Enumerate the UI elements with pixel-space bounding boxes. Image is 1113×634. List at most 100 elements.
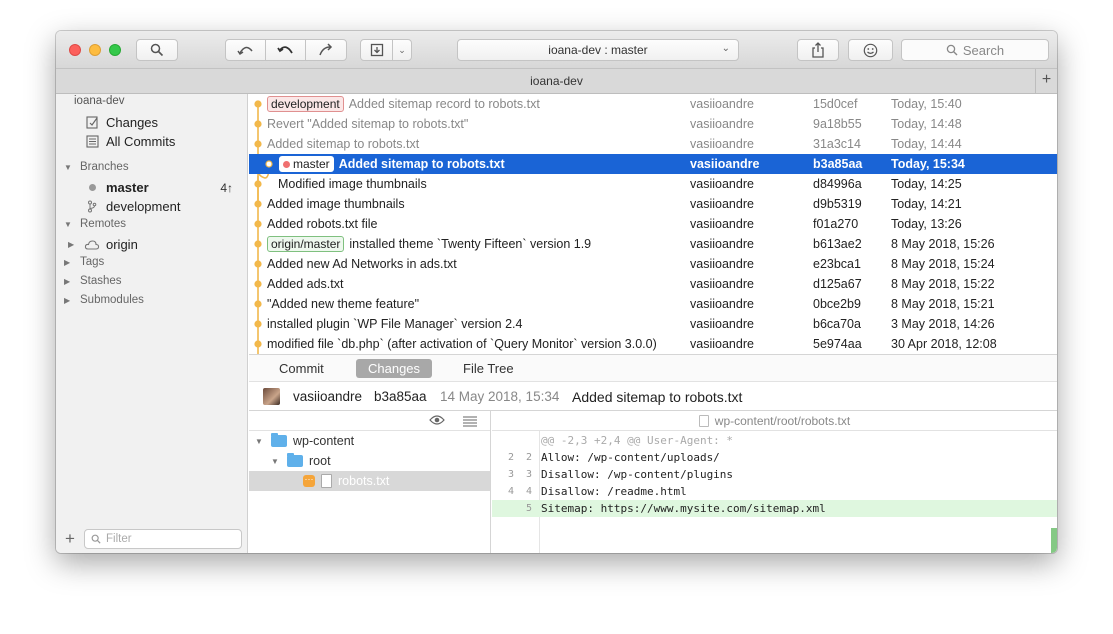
- commit-row[interactable]: installed plugin `WP File Manager` versi…: [249, 314, 1057, 334]
- tab-commit[interactable]: Commit: [267, 359, 336, 378]
- old-line-number: 2: [507, 452, 514, 463]
- tree-item-wp-content[interactable]: ▼ wp-content: [249, 431, 490, 451]
- commit-row[interactable]: origin/master installed theme `Twenty Fif…: [249, 234, 1057, 254]
- commit-author: vasiioandre: [690, 117, 754, 131]
- tree-item-label: wp-content: [293, 434, 355, 448]
- sidebar-item-remote-origin[interactable]: ▶ origin: [68, 237, 138, 252]
- tab-file-tree[interactable]: File Tree: [451, 359, 526, 378]
- commit-row[interactable]: Added sitemap to robots.txt vasiioandre 31…: [249, 134, 1057, 154]
- tab-changes[interactable]: Changes: [356, 359, 433, 378]
- section-label: Remotes: [80, 218, 127, 230]
- stash-menu-button[interactable]: ⌄: [393, 40, 411, 60]
- commit-date: Today, 14:48: [891, 117, 962, 131]
- sidebar-section-remotes[interactable]: ▼ Remotes: [64, 218, 126, 230]
- commit-hash: 15d0cef: [813, 97, 858, 111]
- search-toolbar-button[interactable]: [136, 39, 178, 61]
- diff-code: Sitemap: https://www.mysite.com/sitemap.…: [541, 502, 826, 515]
- share-button[interactable]: [797, 39, 839, 61]
- new-line-number: 4: [525, 486, 532, 497]
- diff-line[interactable]: 5 Sitemap: https://www.mysite.com/sitemap…: [492, 500, 1057, 517]
- commit-author: vasiioandre: [690, 97, 754, 111]
- fetch-icon: [236, 46, 253, 56]
- commit-date: 3 May 2018, 14:26: [891, 317, 995, 331]
- disclosure-open-icon: ▼: [271, 456, 279, 466]
- commit-message-cell: "Added new theme feature": [267, 297, 419, 311]
- diff-header: wp-content/root/robots.txt: [492, 411, 1057, 431]
- eye-icon[interactable]: [429, 414, 445, 429]
- add-button[interactable]: +: [56, 529, 84, 549]
- sidebar-item-branch-development[interactable]: development: [84, 199, 180, 214]
- commit-message-cell: Revert "Added sitemap to robots.txt": [267, 117, 468, 131]
- close-window-button[interactable]: [69, 44, 81, 56]
- commit-date: 8 May 2018, 15:26: [891, 237, 995, 251]
- commit-hash: b6ca70a: [813, 317, 861, 331]
- search-input[interactable]: Search: [901, 39, 1049, 61]
- disclosure-closed-icon: ▶: [64, 276, 71, 286]
- commit-row[interactable]: master Added sitemap to robots.txt vasiioa…: [249, 154, 1057, 174]
- filter-placeholder: Filter: [106, 533, 132, 545]
- sidebar-item-label: All Commits: [106, 134, 176, 149]
- section-label: Branches: [80, 161, 129, 173]
- fetch-button[interactable]: [226, 40, 266, 60]
- commit-date: Today, 14:44: [891, 137, 962, 151]
- tab-repository[interactable]: ioana-dev: [530, 74, 583, 88]
- commit-row[interactable]: "Added new theme feature" vasiioandre 0bce…: [249, 294, 1057, 314]
- commit-row[interactable]: Modified image thumbnails vasiioandre d849…: [249, 174, 1057, 194]
- push-button[interactable]: [306, 40, 346, 60]
- commit-date: 30 Apr 2018, 12:08: [891, 337, 997, 351]
- diff-line[interactable]: @@ -2,3 +2,4 @@ User-Agent: *: [492, 432, 1057, 449]
- commit-row[interactable]: Revert "Added sitemap to robots.txt" vasi…: [249, 114, 1057, 134]
- commit-row[interactable]: Added image thumbnails vasiioandre d9b5319…: [249, 194, 1057, 214]
- sidebar-item-all-commits[interactable]: All Commits: [84, 134, 175, 149]
- emoji-button[interactable]: [848, 39, 893, 61]
- remote-label: origin: [106, 237, 138, 252]
- zoom-window-button[interactable]: [109, 44, 121, 56]
- commit-author: vasiioandre: [690, 217, 754, 231]
- sidebar-section-stashes[interactable]: ▶ Stashes: [64, 275, 122, 287]
- minimize-window-button[interactable]: [89, 44, 101, 56]
- stash-button-group: ⌄: [360, 39, 412, 61]
- diff-line[interactable]: 3 3 Disallow: /wp-content/plugins: [492, 466, 1057, 483]
- diff-line[interactable]: 4 4 Disallow: /readme.html: [492, 483, 1057, 500]
- sidebar-item-branch-master[interactable]: master: [84, 180, 149, 195]
- commit-row[interactable]: development Added sitemap record to robot…: [249, 94, 1057, 114]
- sidebar-section-tags[interactable]: ▶ Tags: [64, 256, 104, 268]
- commit-message: Added ads.txt: [267, 277, 344, 291]
- branch-ahead-count: 4↑: [220, 181, 233, 195]
- commit-hash[interactable]: b3a85aa: [374, 389, 427, 404]
- sidebar-item-changes[interactable]: Changes: [84, 115, 158, 130]
- tree-item-robots-txt[interactable]: ··· robots.txt: [249, 471, 490, 491]
- commit-message: Added image thumbnails: [267, 197, 405, 211]
- sidebar-section-branches[interactable]: ▼ Branches: [64, 161, 129, 173]
- commit-message-cell: Added robots.txt file: [267, 217, 377, 231]
- commit-message: Added sitemap to robots.txt: [267, 137, 420, 151]
- commit-author: vasiioandre: [690, 237, 754, 251]
- search-icon: [946, 44, 958, 56]
- commit-hash: f01a270: [813, 217, 859, 231]
- sidebar-section-submodules[interactable]: ▶ Submodules: [64, 294, 144, 306]
- ref-tag: origin/master: [267, 236, 345, 252]
- commit-message: installed plugin `WP File Manager` versi…: [267, 317, 523, 331]
- stash-button[interactable]: [361, 40, 393, 60]
- filter-input[interactable]: Filter: [84, 529, 242, 549]
- ref-tag: development: [267, 96, 344, 112]
- changes-icon: [84, 116, 100, 129]
- pull-button[interactable]: [266, 40, 306, 60]
- search-icon: [91, 534, 101, 544]
- list-view-icon[interactable]: [463, 415, 477, 430]
- commit-message: Added sitemap to robots.txt: [572, 389, 743, 405]
- commit-row[interactable]: modified file `db.php` (after activation…: [249, 334, 1057, 354]
- repository-branch-selector[interactable]: ioana-dev : master ⌄: [457, 39, 739, 61]
- add-tab-button[interactable]: +: [1035, 69, 1057, 93]
- commit-row[interactable]: Added ads.txt vasiioandre d125a67 8 May 201…: [249, 274, 1057, 294]
- disclosure-open-icon: ▼: [255, 436, 263, 446]
- section-label: Stashes: [80, 275, 122, 287]
- commit-row[interactable]: Added robots.txt file vasiioandre f01a270 T…: [249, 214, 1057, 234]
- tree-item-root[interactable]: ▼ root: [249, 451, 490, 471]
- ref-tag: master: [279, 156, 334, 172]
- commit-message-cell: development Added sitemap record to robot…: [267, 96, 540, 112]
- sidebar-repo-name: ioana-dev: [74, 95, 125, 107]
- commit-row[interactable]: Added new Ad Networks in ads.txt vasiioan…: [249, 254, 1057, 274]
- section-label: Tags: [80, 256, 105, 268]
- diff-line[interactable]: 2 2 Allow: /wp-content/uploads/: [492, 449, 1057, 466]
